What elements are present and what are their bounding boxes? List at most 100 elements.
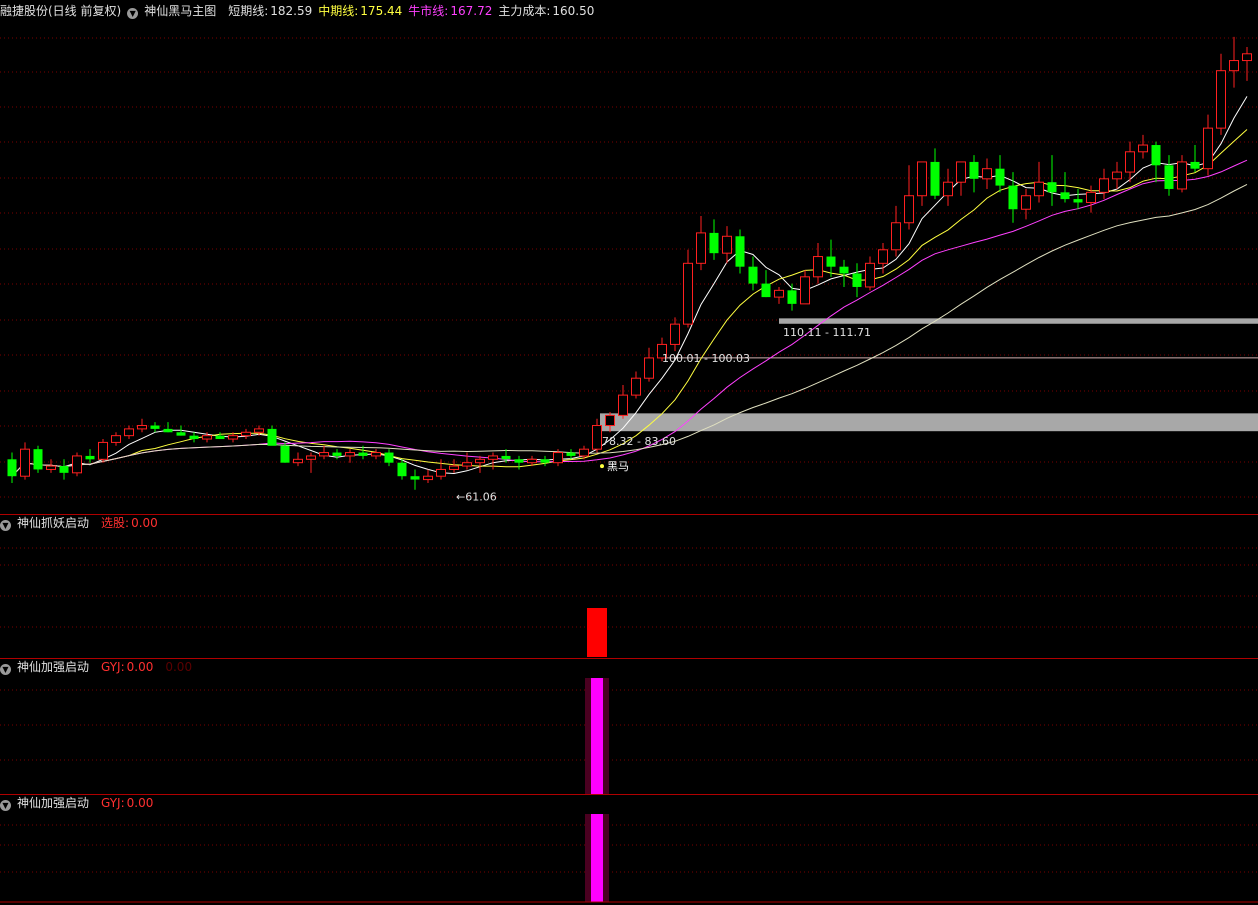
candle-body [618,394,628,416]
candle-body [735,236,745,267]
candle-body [1138,144,1148,153]
mid-line-value: 175.44 [360,4,403,18]
mid-line-label: 中期线: [318,4,359,18]
short-line-value: 182.59 [270,4,313,18]
candle-body [969,161,979,179]
low-price-label: ←61.06 [456,490,497,503]
candle-body [59,466,69,473]
support-zone-3 [779,318,1258,324]
candle-body [137,425,147,430]
candle-body [1242,53,1252,62]
panel3-field-value: 0.00 [126,796,154,810]
candle-body [163,428,173,433]
candle-body [1177,161,1187,190]
candle-body [1021,195,1031,210]
candle-body [488,455,498,460]
candle-body [462,462,472,467]
stock-title: 融捷股份(日线 前复权) [0,4,122,18]
candle-body [1008,185,1018,210]
support-zone-1 [600,413,1258,432]
panel2-header: ▼ 神仙加强启动 GYJ: 0.00 0.00 [0,658,198,676]
candle-body [540,459,550,463]
panel1-dropdown[interactable]: ▼ 神仙抓妖启动 [0,516,95,531]
panel3-dropdown[interactable]: ▼ 神仙加强启动 [0,796,95,811]
zone1-label: 78.32 - 83.60 [602,435,676,448]
candle-body [956,161,966,183]
candle-body [358,452,368,456]
candle-body [748,266,758,284]
candle-body [1047,182,1057,193]
panel1-header: ▼ 神仙抓妖启动 选股: 0.00 [0,514,164,532]
panel2-title: 神仙加强启动 [17,660,90,674]
candle-body [176,432,186,436]
start-label: 黑马 [607,460,629,473]
candle-body [761,283,771,298]
panel1-field-label: 选股: [101,516,130,530]
panel3-title: 神仙加强启动 [17,796,90,810]
candle-body [1034,181,1044,197]
candle-body [1190,161,1200,169]
candle-body [1216,70,1226,129]
candle-body [930,161,940,196]
panel2-field-value: 0.00 [126,660,154,674]
candle-body [852,273,862,287]
candle-body [527,458,537,464]
zone3-label: 110.11 - 111.71 [783,326,871,339]
candle-body [631,377,641,396]
candle-body [124,428,134,437]
candle-body [1203,127,1213,170]
candle-body [670,323,680,345]
chevron-down-icon: ▼ [127,8,139,19]
panel3-field-label: GYJ: [101,796,125,810]
candle-body [384,452,394,463]
candle-body [1229,60,1239,72]
panel3-header: ▼ 神仙加强启动 GYJ: 0.00 [0,794,159,812]
candle-body [150,425,160,429]
panel-separator [0,794,1258,795]
candle-body [267,428,277,446]
candle-body [1112,171,1122,180]
candle-body [436,468,446,477]
zone2-label: 100.01 - 100.03 [662,352,750,365]
candle-body [111,435,121,443]
candle-body [683,262,693,325]
candle-body [449,465,459,470]
candle-body [813,256,823,278]
indicator-dropdown[interactable]: ▼ 神仙黑马主图 [127,4,222,19]
candle-body [826,256,836,267]
candle-body [293,458,303,464]
candle-body [1125,151,1135,173]
candle-body [774,289,784,298]
cost-line-value: 160.50 [552,4,595,18]
panel1-signal-bar [587,608,607,657]
candle-body [1060,192,1070,200]
candle-body [787,290,797,304]
candle-body [254,428,264,433]
candle-body [20,448,30,477]
candle-body [85,455,95,460]
candle-body [1086,191,1096,203]
candle-body [1099,178,1109,193]
candle-body [332,452,342,456]
candle-body [995,168,1005,186]
chevron-down-icon: ▼ [0,800,11,811]
chevron-down-icon: ▼ [0,520,11,531]
candle-body [800,276,810,305]
candle-body [917,161,927,197]
main-header: 融捷股份(日线 前复权) ▼ 神仙黑马主图 短期线: 182.59 中期线: 175.44 牛… [0,2,600,20]
panel2-dropdown[interactable]: ▼ 神仙加强启动 [0,660,95,675]
candle-body [696,232,706,264]
candle-body [423,475,433,481]
candle-body [475,458,485,464]
panel1-title: 神仙抓妖启动 [17,516,90,530]
panel1-field-value: 0.00 [131,516,158,530]
candle-body [371,452,381,457]
bull-line-label: 牛市线: [408,4,449,18]
panel2-extra-value: 0.00 [165,660,193,674]
candle-body [982,168,992,180]
candle-body [46,465,56,470]
candle-body [878,249,888,264]
candle-body [202,435,212,440]
candle-body [7,459,17,477]
bull-line-value: 167.72 [450,4,493,18]
